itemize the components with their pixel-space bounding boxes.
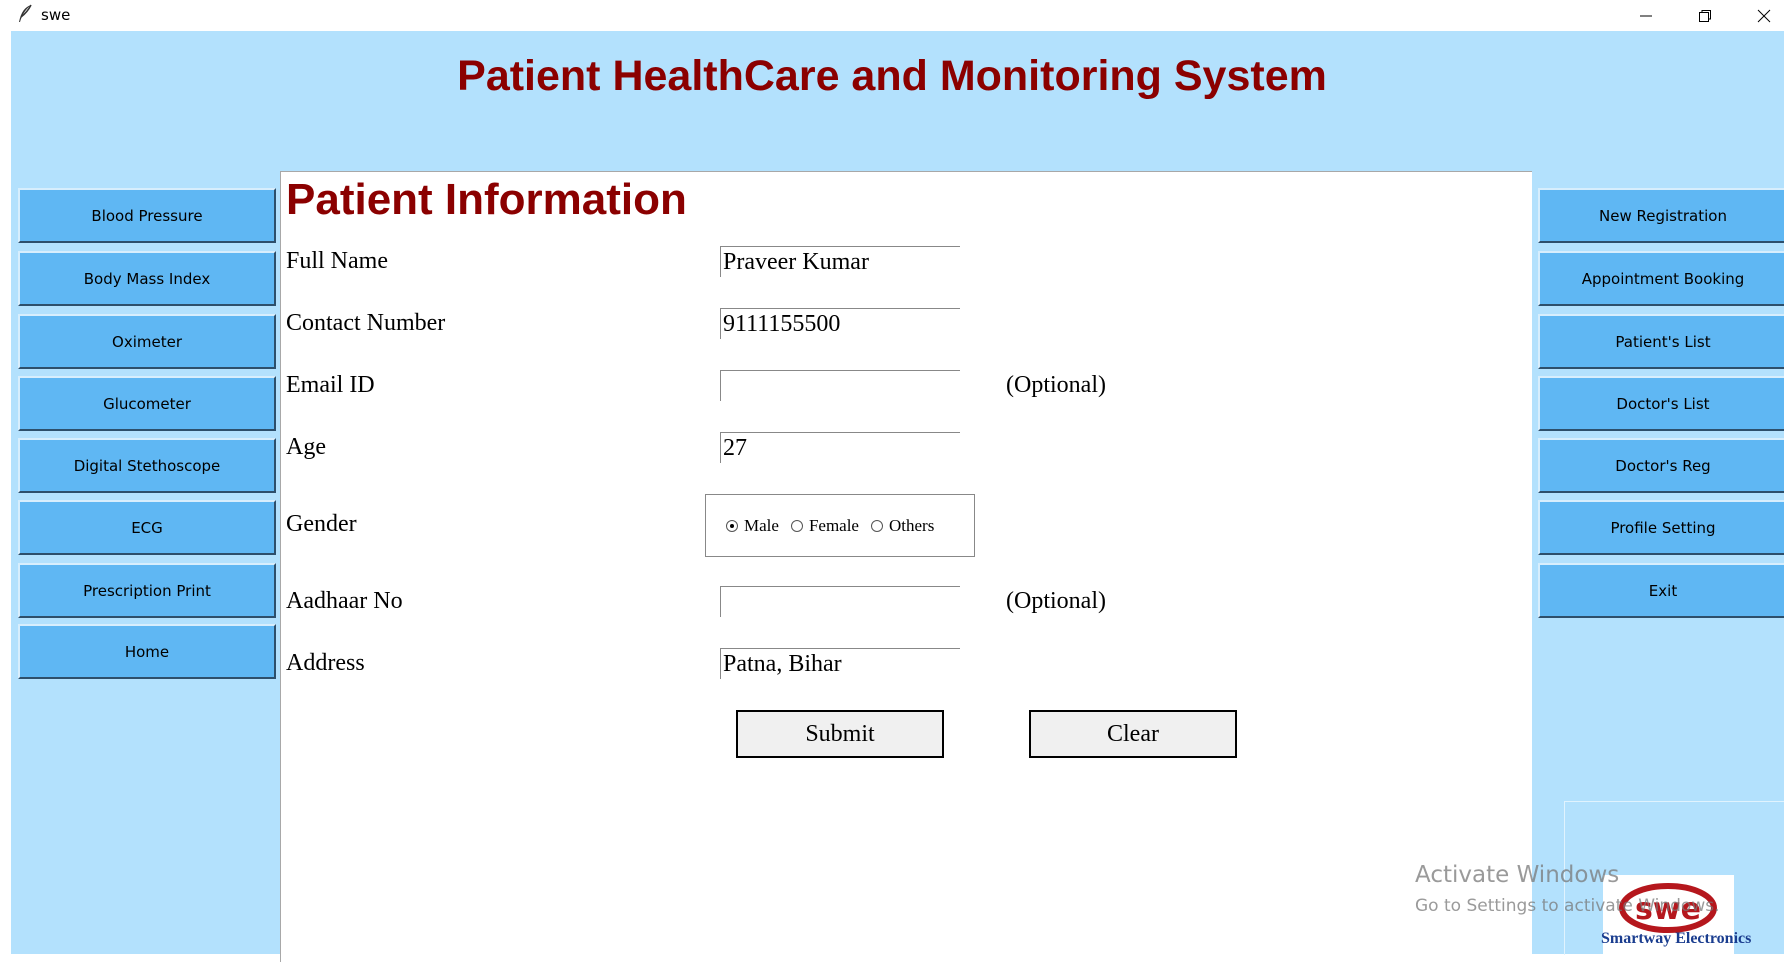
restore-icon[interactable] [1676, 0, 1734, 31]
contact-number-label: Contact Number [286, 310, 446, 336]
prescription-print-button[interactable]: Prescription Print [18, 563, 276, 618]
gender-others-radio[interactable]: Others [870, 515, 935, 536]
close-icon[interactable] [1735, 0, 1784, 31]
email-optional-note: (Optional) [1006, 372, 1106, 398]
body-mass-index-button[interactable]: Body Mass Index [18, 251, 276, 306]
radio-selected-icon [726, 519, 738, 532]
ecg-button[interactable]: ECG [18, 500, 276, 555]
profile-setting-button[interactable]: Profile Setting [1538, 500, 1784, 555]
address-field[interactable] [720, 648, 960, 679]
glucometer-button[interactable]: Glucometer [18, 376, 276, 431]
window-title: swe [41, 6, 71, 24]
blood-pressure-button[interactable]: Blood Pressure [18, 188, 276, 243]
gender-radio-group: Male Female Others [705, 494, 975, 557]
contact-number-field[interactable] [720, 308, 960, 339]
form-title: Patient Information [286, 175, 687, 224]
age-label: Age [286, 434, 326, 460]
logo-text: Smartway Electronics [1601, 930, 1752, 947]
doctors-reg-button[interactable]: Doctor's Reg [1538, 438, 1784, 493]
submit-button[interactable]: Submit [736, 710, 944, 758]
gender-male-label: Male [744, 515, 779, 535]
feather-icon [16, 4, 34, 24]
aadhaar-optional-note: (Optional) [1006, 588, 1106, 614]
gender-female-radio[interactable]: Female [790, 515, 859, 536]
patient-form-panel [280, 171, 1532, 962]
address-label: Address [286, 650, 365, 676]
gender-others-label: Others [888, 515, 935, 535]
age-field[interactable] [720, 432, 960, 463]
oximeter-button[interactable]: Oximeter [18, 314, 276, 369]
gender-male-radio[interactable]: Male [726, 516, 779, 536]
aadhaar-field[interactable] [720, 586, 960, 617]
gender-female-label: Female [808, 515, 859, 535]
home-button[interactable]: Home [18, 624, 276, 679]
app-title: Patient HealthCare and Monitoring System [457, 52, 1327, 100]
digital-stethoscope-button[interactable]: Digital Stethoscope [18, 438, 276, 493]
radio-icon [870, 519, 883, 532]
email-field[interactable] [720, 370, 960, 401]
full-name-label: Full Name [286, 248, 388, 274]
activate-windows-title: Activate Windows [1415, 862, 1620, 888]
window-titlebar: swe [0, 0, 1784, 31]
email-label: Email ID [286, 372, 375, 398]
aadhaar-label: Aadhaar No [286, 588, 403, 614]
appointment-booking-button[interactable]: Appointment Booking [1538, 251, 1784, 306]
activate-windows-subtitle: Go to Settings to activate Windows. [1415, 896, 1720, 916]
exit-button[interactable]: Exit [1538, 563, 1784, 618]
patients-list-button[interactable]: Patient's List [1538, 314, 1784, 369]
clear-button[interactable]: Clear [1029, 710, 1237, 758]
new-registration-button[interactable]: New Registration [1538, 188, 1784, 243]
full-name-field[interactable] [720, 246, 960, 277]
minimize-icon[interactable] [1617, 0, 1675, 31]
gender-label: Gender [286, 511, 357, 537]
radio-icon [790, 519, 803, 532]
doctors-list-button[interactable]: Doctor's List [1538, 376, 1784, 431]
